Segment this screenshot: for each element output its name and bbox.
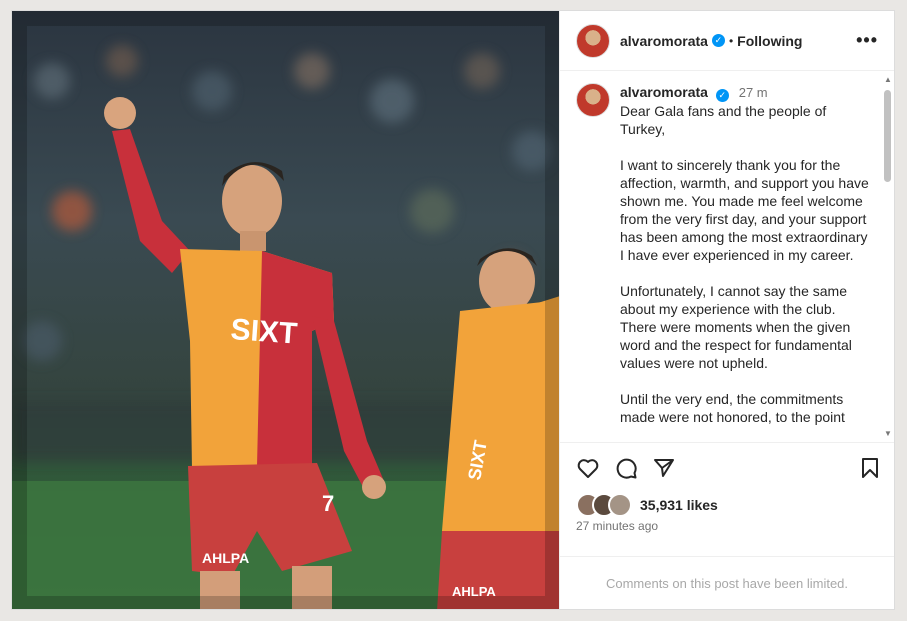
post-photo[interactable]: SIXT 7 AHLPA SIXT AHLPA — [12, 11, 560, 609]
likes-row[interactable]: 35,931 likes — [560, 493, 894, 517]
sponsor-logo: SIXT — [230, 313, 299, 351]
caption-avatar[interactable] — [576, 83, 610, 117]
like-count[interactable]: 35,931 likes — [640, 497, 718, 513]
shorts-number: 7 — [322, 491, 334, 516]
caption-scroll-area[interactable]: alvaromorata ✓ 27 m Dear Gala fans and t… — [560, 71, 894, 443]
avatar[interactable] — [576, 23, 610, 58]
bookmark-icon[interactable] — [858, 456, 882, 480]
caption-username[interactable]: alvaromorata — [620, 84, 708, 100]
shorts-sponsor: AHLPA — [202, 550, 249, 566]
separator-dot: • — [728, 33, 734, 48]
heart-icon[interactable] — [576, 456, 600, 480]
liker-avatar — [608, 493, 632, 517]
verified-icon: ✓ — [711, 34, 725, 47]
caption-paragraph: Dear Gala fans and the people of Turkey, — [620, 103, 827, 137]
scrollbar-thumb[interactable] — [884, 90, 891, 182]
caption-paragraph: I want to sincerely thank you for the af… — [620, 157, 869, 263]
post-photo-illustration: SIXT 7 AHLPA SIXT AHLPA — [12, 11, 559, 609]
caption-time[interactable]: 27 m — [739, 85, 768, 100]
comment-icon[interactable] — [614, 456, 638, 480]
post-window: SIXT 7 AHLPA SIXT AHLPA alvaromorata ✓ •… — [11, 10, 895, 610]
caption-text: alvaromorata ✓ 27 m Dear Gala fans and t… — [620, 83, 870, 442]
scroll-down-icon[interactable]: ▼ — [884, 429, 892, 438]
author-username[interactable]: alvaromorata — [620, 33, 708, 49]
more-icon[interactable]: ••• — [856, 30, 878, 51]
scrollbar[interactable]: ▲ ▼ — [883, 75, 892, 438]
post-timestamp[interactable]: 27 minutes ago — [560, 517, 894, 533]
action-bar — [560, 443, 894, 493]
caption: alvaromorata ✓ 27 m Dear Gala fans and t… — [560, 71, 894, 442]
verified-icon: ✓ — [715, 89, 729, 102]
caption-paragraph: Until the very end, the commitments made… — [620, 391, 845, 425]
post-header: alvaromorata ✓ • Following ••• — [560, 11, 894, 71]
post-sidebar: alvaromorata ✓ • Following ••• alvaromor… — [560, 11, 894, 609]
share-icon[interactable] — [652, 456, 676, 480]
caption-paragraph: Unfortunately, I cannot say the same abo… — [620, 283, 852, 371]
following-button[interactable]: Following — [737, 33, 802, 49]
comments-limited-notice: Comments on this post have been limited. — [560, 556, 894, 609]
scroll-up-icon[interactable]: ▲ — [884, 75, 892, 84]
